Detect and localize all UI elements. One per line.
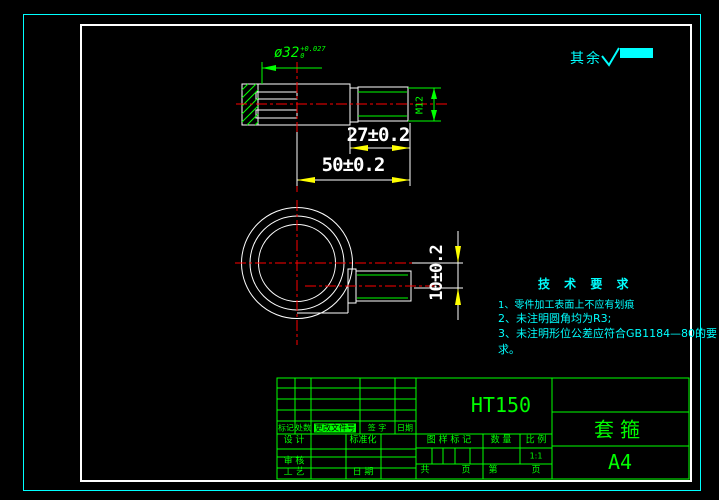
titleblock-label-sheet: 第	[488, 465, 498, 476]
titleblock-label-date: 日期	[397, 423, 413, 433]
tech-requirement-item: 3、未注明形位公差应符合GB1184—80的要求。	[498, 327, 718, 356]
roughness-icon	[601, 47, 653, 67]
titleblock-label-mark: 标记	[278, 423, 294, 433]
titleblock-label-quantity: 数 量	[490, 435, 512, 446]
titleblock-label-page2: 页	[531, 465, 541, 476]
m12-dimension-text: M12	[414, 95, 426, 115]
dim50-text: 50±0.2	[321, 154, 386, 176]
titleblock-label-review: 审 核	[283, 456, 305, 467]
bottom-view-centerlines	[235, 200, 450, 345]
titleblock-label-scale: 比 例	[525, 435, 547, 446]
titleblock-scale-value: 1:1	[529, 451, 543, 461]
titleblock-part-name: 套箍	[594, 417, 646, 442]
dia32-tol-lower: 0	[300, 52, 305, 60]
titleblock-material: HT150	[470, 393, 532, 417]
dia32-value: ø32	[274, 45, 300, 61]
titleblock-label-change-file-no: 更改文件号	[314, 423, 356, 433]
surface-note-text: 其余	[570, 51, 602, 67]
cad-drawing-canvas: 其余 ø32 +0.027 0 M12 27±0.2 50±0.2 10±0.2…	[0, 0, 719, 500]
titleblock-label-date2: 日 期	[352, 467, 374, 478]
titleblock-label-signature: 签 字	[367, 423, 387, 433]
titleblock-label-standardization: 标准化	[349, 435, 377, 446]
titleblock-label-total: 共	[420, 465, 430, 476]
titleblock-label-page: 页	[461, 465, 471, 476]
tech-requirement-item: 1、零件加工表面上不应有划痕	[498, 300, 635, 311]
titleblock-sheet-size: A4	[607, 450, 633, 474]
titleblock-label-count: 处数	[295, 423, 311, 433]
dia32-dimension-text: ø32 +0.027 0	[274, 45, 326, 61]
tech-requirement-item: 2、未注明圆角均为R3;	[498, 312, 612, 325]
dim27-text: 27±0.2	[346, 124, 411, 146]
titleblock-label-drawing-mark: 图 样 标 记	[426, 435, 472, 446]
dim10-text: 10±0.2	[427, 245, 447, 301]
titleblock-label-process: 工 艺	[283, 467, 305, 478]
tech-requirements-title: 技 术 要 求	[538, 277, 634, 291]
titleblock-label-design: 设 计	[283, 435, 305, 446]
dia32-dimension-lines	[261, 62, 322, 84]
